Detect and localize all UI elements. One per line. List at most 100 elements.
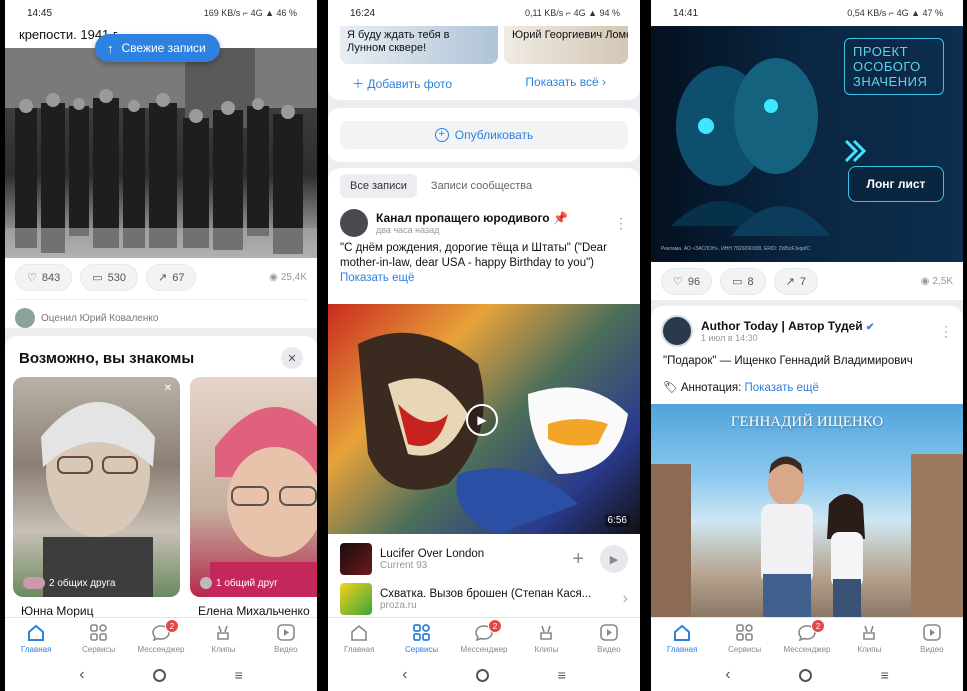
story-card[interactable]: Я буду ждать тебя в Лунном сквере!	[340, 26, 498, 64]
video-icon	[599, 624, 619, 642]
ad-banner[interactable]: ПРОЕКТ ОСОБОГО ЗНАЧЕНИЯ Лонг лист Реклама.…	[651, 26, 963, 262]
video-icon	[922, 624, 942, 642]
nav-messenger[interactable]: Мессенджер 2	[776, 618, 838, 659]
recents-icon[interactable]: ≡	[235, 667, 243, 683]
views-count: ◉ 25,4K	[269, 272, 307, 283]
video-player[interactable]: ▶ 6:56	[328, 304, 640, 534]
nav-services[interactable]: Сервисы	[390, 618, 452, 659]
avatar[interactable]	[661, 315, 693, 347]
nav-services[interactable]: Сервисы	[713, 618, 775, 659]
share-button[interactable]: ↗ 7	[773, 268, 818, 295]
rated-by: Оценил Юрий Коваленко	[15, 299, 307, 328]
home-circle-icon[interactable]	[799, 668, 813, 682]
play-icon[interactable]: ▶	[466, 404, 498, 436]
more-icon[interactable]: ⋮	[614, 215, 628, 232]
play-icon[interactable]: ▶	[600, 545, 628, 573]
nav-messenger[interactable]: Мессенджер 2	[453, 618, 515, 659]
comment-button[interactable]: ▭ 530	[80, 264, 138, 291]
like-button[interactable]: ♡ 843	[15, 264, 73, 291]
long-list-button[interactable]: Лонг лист	[848, 166, 944, 202]
close-icon[interactable]: ✕	[164, 383, 172, 394]
grid-icon	[412, 624, 432, 642]
nav-clips[interactable]: Клипы	[838, 618, 900, 659]
status-bar: 14:45 169 KB/s ⌐ 4G ▲ 46 %	[5, 0, 317, 26]
nav-home[interactable]: Главная	[651, 618, 713, 659]
nav-messenger[interactable]: Мессенджер 2	[130, 618, 192, 659]
nav-video[interactable]: Видео	[255, 618, 317, 659]
link-thumbnail	[340, 583, 372, 615]
people-suggestions: Возможно, вы знакомы ✕ ✕ 2 общих друга Ю…	[5, 336, 317, 618]
photos-block: Я буду ждать тебя в Лунном сквере! Юрий …	[328, 26, 640, 100]
status-bar: 16:24 0,11 KB/s ⌐ 4G ▲ 94 %	[328, 0, 640, 26]
tab-all-posts[interactable]: Все записи	[340, 174, 417, 198]
home-icon	[26, 624, 46, 642]
like-button[interactable]: ♡ 96	[661, 268, 713, 295]
comment-button[interactable]: ▭ 8	[720, 268, 766, 295]
add-photo-button[interactable]: ＋ Добавить фото	[352, 75, 452, 92]
phone-screen-community: 16:24 0,11 KB/s ⌐ 4G ▲ 94 % Я буду ждать…	[328, 0, 640, 691]
bottom-nav: Главная Сервисы Мессенджер 2 Клипы Видео	[328, 617, 640, 659]
show-more-link[interactable]: Показать ещё	[328, 271, 640, 285]
mutual-friends: 2 общих друга	[23, 577, 116, 589]
system-nav: ‹ ≡	[328, 659, 640, 691]
book-cover[interactable]: Геннадий Ищенко	[651, 404, 963, 617]
status-indicators: 0,54 KB/s ⌐ 4G ▲ 47 %	[847, 8, 943, 18]
show-more-link[interactable]: Показать ещё	[745, 382, 819, 394]
more-icon[interactable]: ⋮	[939, 323, 953, 340]
phone-screen-feed: 14:45 169 KB/s ⌐ 4G ▲ 46 % крепости. 194…	[5, 0, 317, 691]
publish-block: + Опубликовать	[328, 108, 640, 162]
publish-button[interactable]: + Опубликовать	[340, 121, 628, 149]
show-all-link[interactable]: Показать всё ›	[525, 75, 606, 92]
avatar[interactable]	[340, 209, 368, 237]
nav-services[interactable]: Сервисы	[67, 618, 129, 659]
nav-clips[interactable]: Клипы	[192, 618, 254, 659]
nav-home[interactable]: Главная	[5, 618, 67, 659]
post-photo[interactable]	[5, 48, 317, 258]
eye-icon: ◉	[269, 272, 278, 283]
mutual-friends: 1 общий друг	[200, 577, 278, 589]
cover-illustration	[651, 454, 963, 617]
post-block: Все записи Записи сообщества Канал пропа…	[328, 168, 640, 304]
close-icon[interactable]: ✕	[281, 347, 303, 369]
nav-video[interactable]: Видео	[901, 618, 963, 659]
tag-icon: 🏷	[663, 382, 678, 394]
fresh-posts-button[interactable]: ↑ Свежие записи	[95, 34, 220, 62]
nav-home[interactable]: Главная	[328, 618, 390, 659]
back-icon[interactable]: ‹	[79, 666, 84, 684]
status-indicators: 169 KB/s ⌐ 4G ▲ 46 %	[203, 8, 297, 18]
comment-icon: ▭	[92, 272, 103, 284]
ad-title: ПРОЕКТ ОСОБОГО ЗНАЧЕНИЯ	[844, 38, 944, 95]
video-icon	[276, 624, 296, 642]
attachments: Lucifer Over London Current 93 + ▶ Схватк…	[328, 534, 640, 617]
audio-track[interactable]: Lucifer Over London Current 93 + ▶	[328, 534, 640, 579]
post-author[interactable]: Канал пропащего юродивого 📌	[376, 211, 606, 225]
post-text: "Подарок" — Ищенко Геннадий Владимирович	[663, 355, 913, 367]
eye-icon: ◉	[920, 276, 930, 287]
status-bar: 14:41 0,54 KB/s ⌐ 4G ▲ 47 %	[651, 0, 963, 26]
share-button[interactable]: ↗ 67	[146, 264, 197, 291]
tab-community-posts[interactable]: Записи сообщества	[421, 174, 542, 198]
nav-video[interactable]: Видео	[578, 618, 640, 659]
person-card[interactable]: 1 общий друг Елена Михальченко	[190, 377, 317, 625]
home-circle-icon[interactable]	[476, 668, 490, 682]
video-duration: 6:56	[604, 514, 630, 527]
story-card[interactable]: Юрий Георгиевич Ломов-Оппоков "НЕз	[504, 26, 628, 64]
post-author[interactable]: Author Today | Автор Тудей ✔	[701, 319, 931, 333]
back-icon[interactable]: ‹	[402, 666, 407, 684]
messenger-badge: 2	[165, 619, 180, 633]
home-circle-icon[interactable]	[153, 668, 167, 682]
recents-icon[interactable]: ≡	[558, 667, 566, 683]
home-icon	[672, 624, 692, 642]
grid-icon	[735, 624, 755, 642]
heart-icon: ♡	[673, 276, 683, 288]
status-indicators: 0,11 KB/s ⌐ 4G ▲ 94 %	[524, 8, 620, 18]
link-attachment[interactable]: Схватка. Вызов брошен (Степан Кася... pro…	[328, 579, 640, 619]
home-icon	[349, 624, 369, 642]
system-nav: ‹ ≡	[5, 659, 317, 691]
person-card[interactable]: ✕ 2 общих друга Юнна Мориц	[13, 377, 180, 625]
add-icon[interactable]: +	[572, 548, 584, 571]
back-icon[interactable]: ‹	[725, 666, 730, 684]
arrow-up-icon: ↑	[107, 40, 114, 56]
nav-clips[interactable]: Клипы	[515, 618, 577, 659]
recents-icon[interactable]: ≡	[881, 667, 889, 683]
